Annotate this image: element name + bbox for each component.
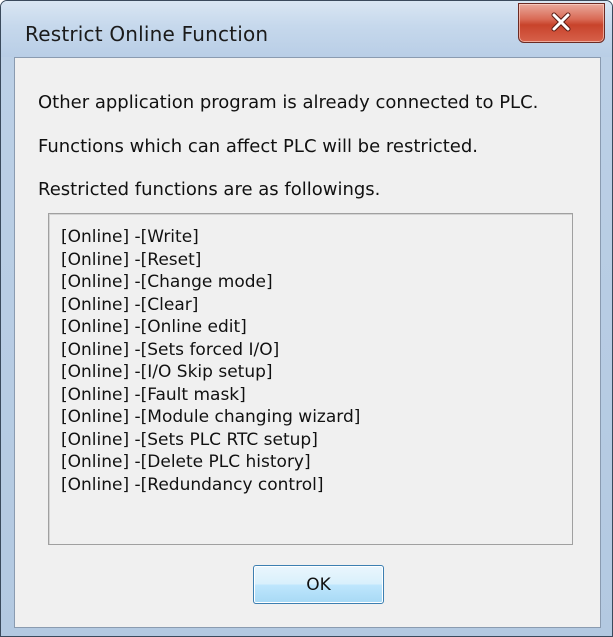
message-connected: Other application program is already con… — [38, 92, 539, 113]
list-item: [Online] -[I/O Skip setup] — [61, 362, 273, 382]
dialog-window: Restrict Online Function Other applicati… — [0, 0, 613, 637]
ok-button[interactable]: OK — [253, 565, 384, 604]
list-item: [Online] -[Write] — [61, 227, 199, 247]
close-button[interactable] — [518, 3, 605, 43]
message-restricted: Functions which can affect PLC will be r… — [38, 136, 478, 157]
list-item: [Online] -[Clear] — [61, 294, 199, 315]
list-item: [Online] -[Delete PLC history] — [61, 452, 311, 472]
message-list-intro: Restricted functions are as followings. — [38, 179, 381, 200]
title-bar[interactable]: Restrict Online Function — [1, 1, 612, 57]
list-item: [Online] -[Change mode] — [61, 272, 273, 292]
list-item: [Online] -[Module changing wizard] — [61, 407, 361, 427]
list-item: [Online] -[Sets PLC RTC setup] — [61, 429, 318, 450]
list-item: [Online] -[Redundancy control] — [61, 474, 324, 495]
close-icon — [551, 12, 571, 32]
dialog-body: Other application program is already con… — [14, 57, 601, 628]
restricted-functions-list[interactable]: [Online] -[Write] [Online] -[Reset] [Onl… — [48, 213, 573, 545]
dialog-title: Restrict Online Function — [25, 22, 269, 46]
list-item: [Online] -[Sets forced I/O] — [61, 339, 280, 360]
list-item: [Online] -[Reset] — [61, 249, 202, 270]
list-item: [Online] -[Online edit] — [61, 317, 247, 337]
list-item: [Online] -[Fault mask] — [61, 384, 246, 405]
